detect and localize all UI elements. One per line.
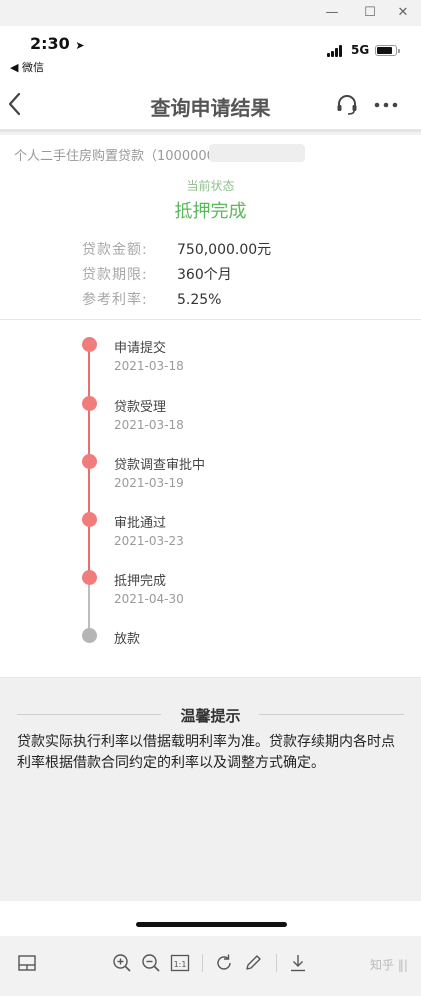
toolbar-separator	[276, 954, 277, 972]
tips-title: 温馨提示	[180, 707, 241, 725]
zoom-out-button[interactable]	[140, 952, 162, 974]
minimize-button[interactable]: —	[320, 3, 344, 23]
loan-term-row: 贷款期限: 360个月	[82, 264, 232, 284]
close-window-button[interactable]: ✕	[391, 3, 415, 23]
actual-size-label: 1:1	[174, 960, 187, 969]
layout-button[interactable]	[16, 952, 38, 974]
loan-rate-label: 参考利率:	[82, 292, 148, 308]
timeline-step-name: 放款	[114, 632, 141, 647]
bottom-safe-area	[0, 901, 421, 936]
timeline-step-date: 2021-03-18	[114, 418, 184, 432]
current-state-label: 当前状态	[186, 179, 235, 193]
more-button[interactable]	[372, 93, 400, 117]
timeline-dot-done	[82, 570, 97, 585]
timeline-step-date: 2021-03-23	[114, 534, 184, 548]
loan-term-label: 贷款期限:	[82, 267, 148, 283]
watermark: 知乎 ‖|	[370, 958, 408, 972]
zoom-in-icon	[113, 954, 131, 972]
headset-icon	[337, 95, 357, 115]
current-state-value: 抵押完成	[174, 201, 247, 222]
timeline-step-name: 审批通过	[114, 516, 167, 531]
actual-size-icon: 1:1	[170, 954, 190, 972]
loan-summary-card: 个人二手住房购置贷款（1000000 当前状态 抵押完成 贷款金额: 750,00…	[0, 135, 421, 320]
rotate-icon	[217, 954, 231, 970]
panel-layout-icon	[18, 955, 36, 971]
timeline-step-date: 2021-03-19	[114, 476, 184, 490]
window-title-bar: — ☐ ✕	[0, 0, 421, 26]
rotate-button[interactable]	[213, 952, 235, 974]
progress-timeline: 申请提交 2021-03-18 贷款受理 2021-03-18 贷款调查审批中 …	[0, 320, 421, 678]
loan-amount-row: 贷款金额: 750,000.00元	[82, 239, 271, 259]
download-button[interactable]	[287, 952, 309, 974]
loan-amount-value: 750,000.00元	[177, 242, 272, 258]
customer-service-button[interactable]	[335, 93, 359, 117]
timeline-dot-done	[82, 454, 97, 469]
network-type: 5G	[351, 43, 370, 57]
timeline-step-date: 2021-03-18	[114, 359, 184, 373]
toolbar-separator	[202, 954, 203, 972]
timeline-dot-pending	[82, 628, 97, 643]
zoom-out-icon	[142, 954, 160, 972]
timeline-step-name: 贷款受理	[114, 400, 167, 415]
loan-product-name: 个人二手住房购置贷款（1000000	[14, 149, 215, 164]
more-dots-icon	[374, 102, 398, 108]
timeline-step-name: 申请提交	[114, 341, 167, 356]
location-arrow-icon: ➤	[75, 39, 85, 52]
viewer-toolbar: 1:1 知乎 ‖|	[0, 936, 421, 996]
timeline-dot-done	[82, 512, 97, 527]
maximize-button[interactable]: ☐	[358, 3, 382, 23]
nav-header: 查询申请结果	[0, 76, 421, 132]
timeline-step-date: 2021-04-30	[114, 592, 184, 606]
loan-amount-label: 贷款金额:	[82, 242, 148, 258]
timeline-dot-done	[82, 396, 97, 411]
timeline-dot-done	[82, 337, 97, 352]
loan-rate-value: 5.25%	[177, 292, 222, 308]
timeline-step-name: 贷款调查审批中	[114, 458, 206, 473]
loan-term-value: 360个月	[177, 267, 232, 283]
tips-section: 温馨提示 贷款实际执行利率以借据载明利率为准。贷款存续期内各时点利率根据借款合同…	[0, 679, 421, 901]
zoom-in-button[interactable]	[111, 952, 133, 974]
loan-rate-row: 参考利率: 5.25%	[82, 289, 221, 309]
back-to-wechat-link[interactable]: ◀ 微信	[10, 59, 44, 75]
redacted-area	[209, 144, 305, 162]
download-icon	[291, 955, 305, 972]
timeline-step-name: 抵押完成	[114, 574, 167, 589]
watermark-bars-icon: ‖|	[397, 958, 408, 972]
timeline-line-pending	[88, 578, 90, 635]
tips-text: 贷款实际执行利率以借据载明利率为准。贷款存续期内各时点利率根据借款合同约定的利率…	[17, 734, 395, 771]
status-time: 2:30 ➤	[30, 34, 85, 53]
annotate-button[interactable]	[242, 952, 264, 974]
actual-size-button[interactable]: 1:1	[169, 952, 191, 974]
signal-icon	[327, 45, 347, 57]
home-indicator[interactable]	[136, 922, 287, 927]
pencil-icon	[246, 955, 261, 970]
status-bar: 2:30 ➤ ◀ 微信 5G	[0, 26, 421, 76]
battery-icon	[375, 45, 400, 56]
